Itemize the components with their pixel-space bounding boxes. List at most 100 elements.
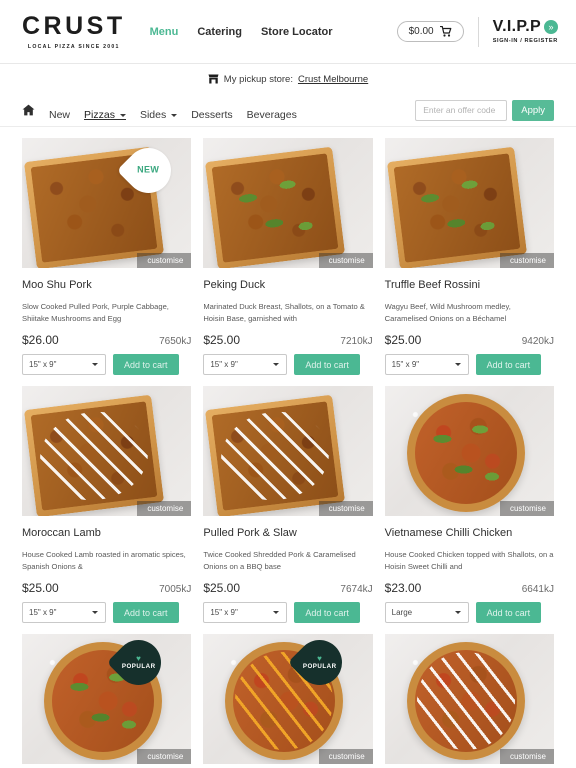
nav-item-catering[interactable]: Catering bbox=[197, 26, 242, 38]
product-actions: 15" x 9" Add to cart bbox=[22, 602, 191, 623]
product-description: Marinated Duck Breast, Shallots, on a To… bbox=[203, 302, 365, 323]
customise-label[interactable]: customise bbox=[137, 253, 192, 268]
customise-label[interactable]: customise bbox=[499, 253, 554, 268]
product-price: $23.00 bbox=[384, 581, 422, 595]
product-image[interactable]: ♥ POPULAR customise bbox=[22, 634, 192, 764]
add-to-cart-button[interactable]: Add to cart bbox=[475, 602, 542, 623]
main-nav: Menu Catering Store Locator bbox=[150, 26, 333, 38]
header-actions: $0.00 V.I.P.P » SIGN-IN / REGISTER bbox=[396, 16, 558, 47]
size-select[interactable]: Large bbox=[384, 602, 469, 623]
size-select[interactable]: 15" x 9" bbox=[203, 602, 288, 623]
add-to-cart-button[interactable]: Add to cart bbox=[475, 354, 542, 375]
subnav-label-new: New bbox=[49, 108, 71, 121]
product-price: $25.00 bbox=[384, 333, 422, 347]
customise-label[interactable]: customise bbox=[137, 749, 192, 764]
vipp-logo: V.I.P.P » bbox=[493, 19, 558, 35]
size-select[interactable]: 15" x 9" bbox=[22, 354, 106, 375]
header-divider bbox=[477, 16, 479, 47]
size-select[interactable]: 15" x 9" bbox=[22, 602, 106, 623]
store-icon bbox=[208, 74, 219, 84]
product-grid: NEW customise Moo Shu Pork Slow Cooked Pull… bbox=[0, 138, 576, 764]
pickup-label: My pickup store: bbox=[223, 73, 293, 85]
product-price: $25.00 bbox=[203, 333, 241, 347]
vipp-label: V.I.P.P bbox=[492, 18, 541, 35]
size-select-wrapper[interactable]: 15" x 9" bbox=[203, 354, 288, 375]
product-price: $26.00 bbox=[22, 333, 59, 347]
product-actions: 15" x 9" Add to cart bbox=[203, 602, 372, 623]
nav-item-menu[interactable]: Menu bbox=[150, 26, 179, 38]
heart-icon: ♥ bbox=[135, 653, 142, 663]
apply-offer-button[interactable]: Apply bbox=[512, 99, 554, 121]
herb-toppings bbox=[406, 394, 525, 512]
subnav-item-desserts[interactable]: Desserts bbox=[191, 94, 232, 126]
offer-code-input[interactable] bbox=[415, 99, 508, 121]
brand-name: CRUST bbox=[22, 11, 126, 40]
product-card[interactable]: customise bbox=[384, 634, 554, 764]
size-select-wrapper[interactable]: Large bbox=[384, 602, 469, 623]
product-energy: 9420kJ bbox=[521, 336, 554, 347]
size-select-wrapper[interactable]: 15" x 9" bbox=[22, 602, 106, 623]
add-to-cart-button[interactable]: Add to cart bbox=[294, 602, 360, 623]
subnav-item-new[interactable]: New bbox=[49, 94, 70, 126]
pickup-store-bar: My pickup store: Crust Melbourne bbox=[0, 64, 576, 94]
customise-label[interactable]: customise bbox=[318, 501, 373, 516]
vipp-signin-button[interactable]: V.I.P.P » SIGN-IN / REGISTER bbox=[493, 19, 558, 44]
size-select[interactable]: 15" x 9" bbox=[384, 354, 469, 375]
size-select[interactable]: 15" x 9" bbox=[203, 354, 288, 375]
product-price: $25.00 bbox=[203, 581, 241, 595]
product-energy: 7210kJ bbox=[340, 336, 373, 347]
product-card[interactable]: ♥ POPULAR customise bbox=[22, 634, 192, 764]
nav-item-store-locator[interactable]: Store Locator bbox=[261, 26, 333, 38]
product-actions: 15" x 9" Add to cart bbox=[203, 354, 372, 375]
product-image[interactable]: NEW customise bbox=[22, 138, 192, 268]
product-card[interactable]: NEW customise Moo Shu Pork Slow Cooked Pull… bbox=[22, 138, 192, 375]
chevron-down-icon bbox=[119, 114, 126, 117]
product-image[interactable]: customise bbox=[384, 386, 554, 516]
product-image[interactable]: customise bbox=[384, 634, 554, 764]
category-nav-items: New Pizzas Sides Desserts Beverages bbox=[22, 94, 297, 126]
chevron-double-right-icon: » bbox=[544, 20, 558, 34]
product-name: Vietnamese Chilli Chicken bbox=[384, 527, 513, 539]
subnav-item-beverages[interactable]: Beverages bbox=[247, 94, 297, 126]
customise-label[interactable]: customise bbox=[499, 501, 554, 516]
product-image[interactable]: customise bbox=[203, 138, 373, 268]
customise-label[interactable]: customise bbox=[499, 749, 554, 764]
add-to-cart-button[interactable]: Add to cart bbox=[113, 354, 179, 375]
customise-label[interactable]: customise bbox=[318, 749, 373, 764]
product-row: customise Moroccan Lamb House Cooked Lamb … bbox=[22, 386, 554, 623]
size-select-wrapper[interactable]: 15" x 9" bbox=[384, 354, 469, 375]
cart-total: $0.00 bbox=[408, 26, 434, 37]
brand-logo[interactable]: CRUST LOCAL PIZZA SINCE 2001 bbox=[22, 11, 126, 50]
product-card[interactable]: customise Truffle Beef Rossini Wagyu Beef,… bbox=[384, 138, 554, 375]
product-card[interactable]: customise Vietnamese Chilli Chicken House … bbox=[384, 386, 554, 623]
subnav-item-pizzas[interactable]: Pizzas bbox=[84, 94, 126, 126]
shopping-cart-icon bbox=[439, 26, 451, 37]
customise-label[interactable]: customise bbox=[318, 253, 373, 268]
product-description: Twice Cooked Shredded Pork & Caramelised… bbox=[203, 550, 356, 571]
product-image[interactable]: customise bbox=[22, 386, 192, 516]
product-card[interactable]: customise Pulled Pork & Slaw Twice Cooked … bbox=[203, 386, 373, 623]
add-to-cart-button[interactable]: Add to cart bbox=[113, 602, 179, 623]
subnav-item-sides[interactable]: Sides bbox=[140, 94, 178, 126]
product-image[interactable]: customise bbox=[384, 138, 554, 268]
product-card[interactable]: customise Moroccan Lamb House Cooked Lamb … bbox=[22, 386, 192, 623]
heart-icon: ♥ bbox=[317, 653, 323, 663]
product-image[interactable]: customise bbox=[203, 386, 373, 516]
product-card[interactable]: customise Peking Duck Marinated Duck Breas… bbox=[203, 138, 373, 375]
product-energy: 6641kJ bbox=[521, 584, 554, 595]
pickup-store-link[interactable]: Crust Melbourne bbox=[298, 74, 368, 85]
product-description: Slow Cooked Pulled Pork, Purple Cabbage,… bbox=[22, 302, 169, 323]
subnav-label-pizzas: Pizzas bbox=[84, 108, 115, 121]
size-select-wrapper[interactable]: 15" x 9" bbox=[203, 602, 288, 623]
product-card[interactable]: ♥ POPULAR customise bbox=[203, 634, 373, 764]
size-select-wrapper[interactable]: 15" x 9" bbox=[22, 354, 106, 375]
add-to-cart-button[interactable]: Add to cart bbox=[294, 354, 360, 375]
customise-label[interactable]: customise bbox=[137, 501, 192, 516]
brand-tagline: LOCAL PIZZA SINCE 2001 bbox=[27, 43, 120, 50]
vipp-subtitle: SIGN-IN / REGISTER bbox=[492, 38, 558, 44]
product-image[interactable]: ♥ POPULAR customise bbox=[203, 634, 373, 764]
home-icon[interactable] bbox=[22, 104, 35, 116]
product-name: Moroccan Lamb bbox=[22, 527, 101, 539]
herb-toppings bbox=[205, 146, 346, 268]
cart-button[interactable]: $0.00 bbox=[396, 21, 464, 42]
